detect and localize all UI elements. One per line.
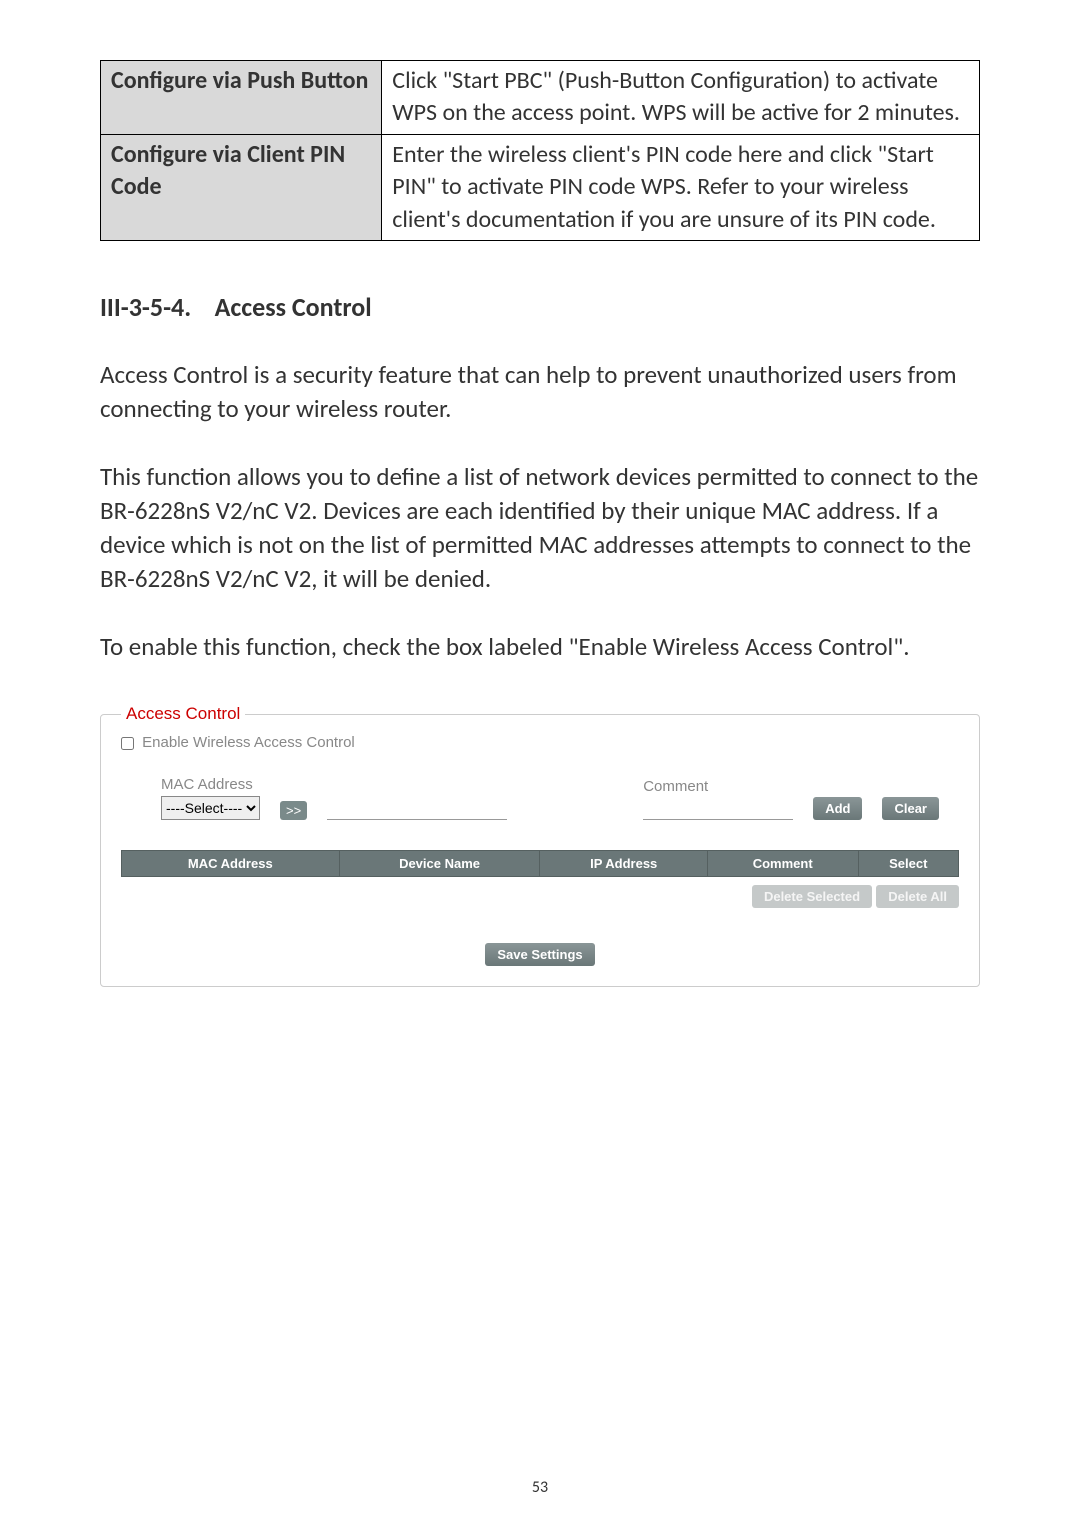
section-heading: III-3-5-4. Access Control: [100, 291, 980, 323]
comment-input[interactable]: [643, 798, 793, 820]
mac-input[interactable]: [327, 798, 507, 820]
mac-block: MAC Address ----Select----: [161, 776, 260, 820]
row-desc: Click "Start PBC" (Push-Button Configura…: [382, 61, 980, 135]
comment-label: Comment: [643, 778, 793, 795]
col-select: Select: [858, 851, 958, 877]
col-device: Device Name: [339, 851, 540, 877]
delete-selected-button[interactable]: Delete Selected: [752, 885, 872, 908]
table-row: Configure via Push Button Click "Start P…: [101, 61, 980, 135]
col-comment: Comment: [707, 851, 858, 877]
mac-select[interactable]: ----Select----: [161, 796, 260, 820]
comment-block: Comment: [643, 778, 793, 820]
enable-label: Enable Wireless Access Control: [142, 734, 355, 751]
delete-buttons-row: Delete Selected Delete All: [121, 885, 959, 908]
enable-checkbox[interactable]: [121, 737, 134, 750]
panel-legend: Access Control: [121, 704, 245, 724]
add-button[interactable]: Add: [813, 797, 862, 820]
save-row: Save Settings: [121, 943, 959, 966]
row-label: Configure via Client PIN Code: [101, 134, 382, 240]
body-paragraph: This function allows you to define a lis…: [100, 460, 980, 595]
col-mac: MAC Address: [122, 851, 340, 877]
transfer-button[interactable]: >>: [280, 801, 307, 821]
config-table: Configure via Push Button Click "Start P…: [100, 60, 980, 241]
mac-label: MAC Address: [161, 776, 260, 793]
section-number: III-3-5-4.: [100, 291, 191, 323]
row-desc: Enter the wireless client's PIN code her…: [382, 134, 980, 240]
section-title: Access Control: [215, 291, 372, 323]
enable-row: Enable Wireless Access Control: [121, 734, 959, 751]
entry-table: MAC Address Device Name IP Address Comme…: [121, 850, 959, 877]
header-row: MAC Address Device Name IP Address Comme…: [122, 851, 959, 877]
row-label: Configure via Push Button: [101, 61, 382, 135]
save-settings-button[interactable]: Save Settings: [485, 943, 594, 966]
body-paragraph: To enable this function, check the box l…: [100, 630, 980, 664]
access-control-panel: Access Control Enable Wireless Access Co…: [100, 704, 980, 987]
clear-button[interactable]: Clear: [882, 797, 939, 820]
body-paragraph: Access Control is a security feature tha…: [100, 358, 980, 426]
input-row: MAC Address ----Select---- >> Comment Ad…: [161, 776, 939, 820]
col-ip: IP Address: [540, 851, 707, 877]
delete-all-button[interactable]: Delete All: [876, 885, 959, 908]
table-row: Configure via Client PIN Code Enter the …: [101, 134, 980, 240]
page-number: 53: [532, 1478, 548, 1497]
